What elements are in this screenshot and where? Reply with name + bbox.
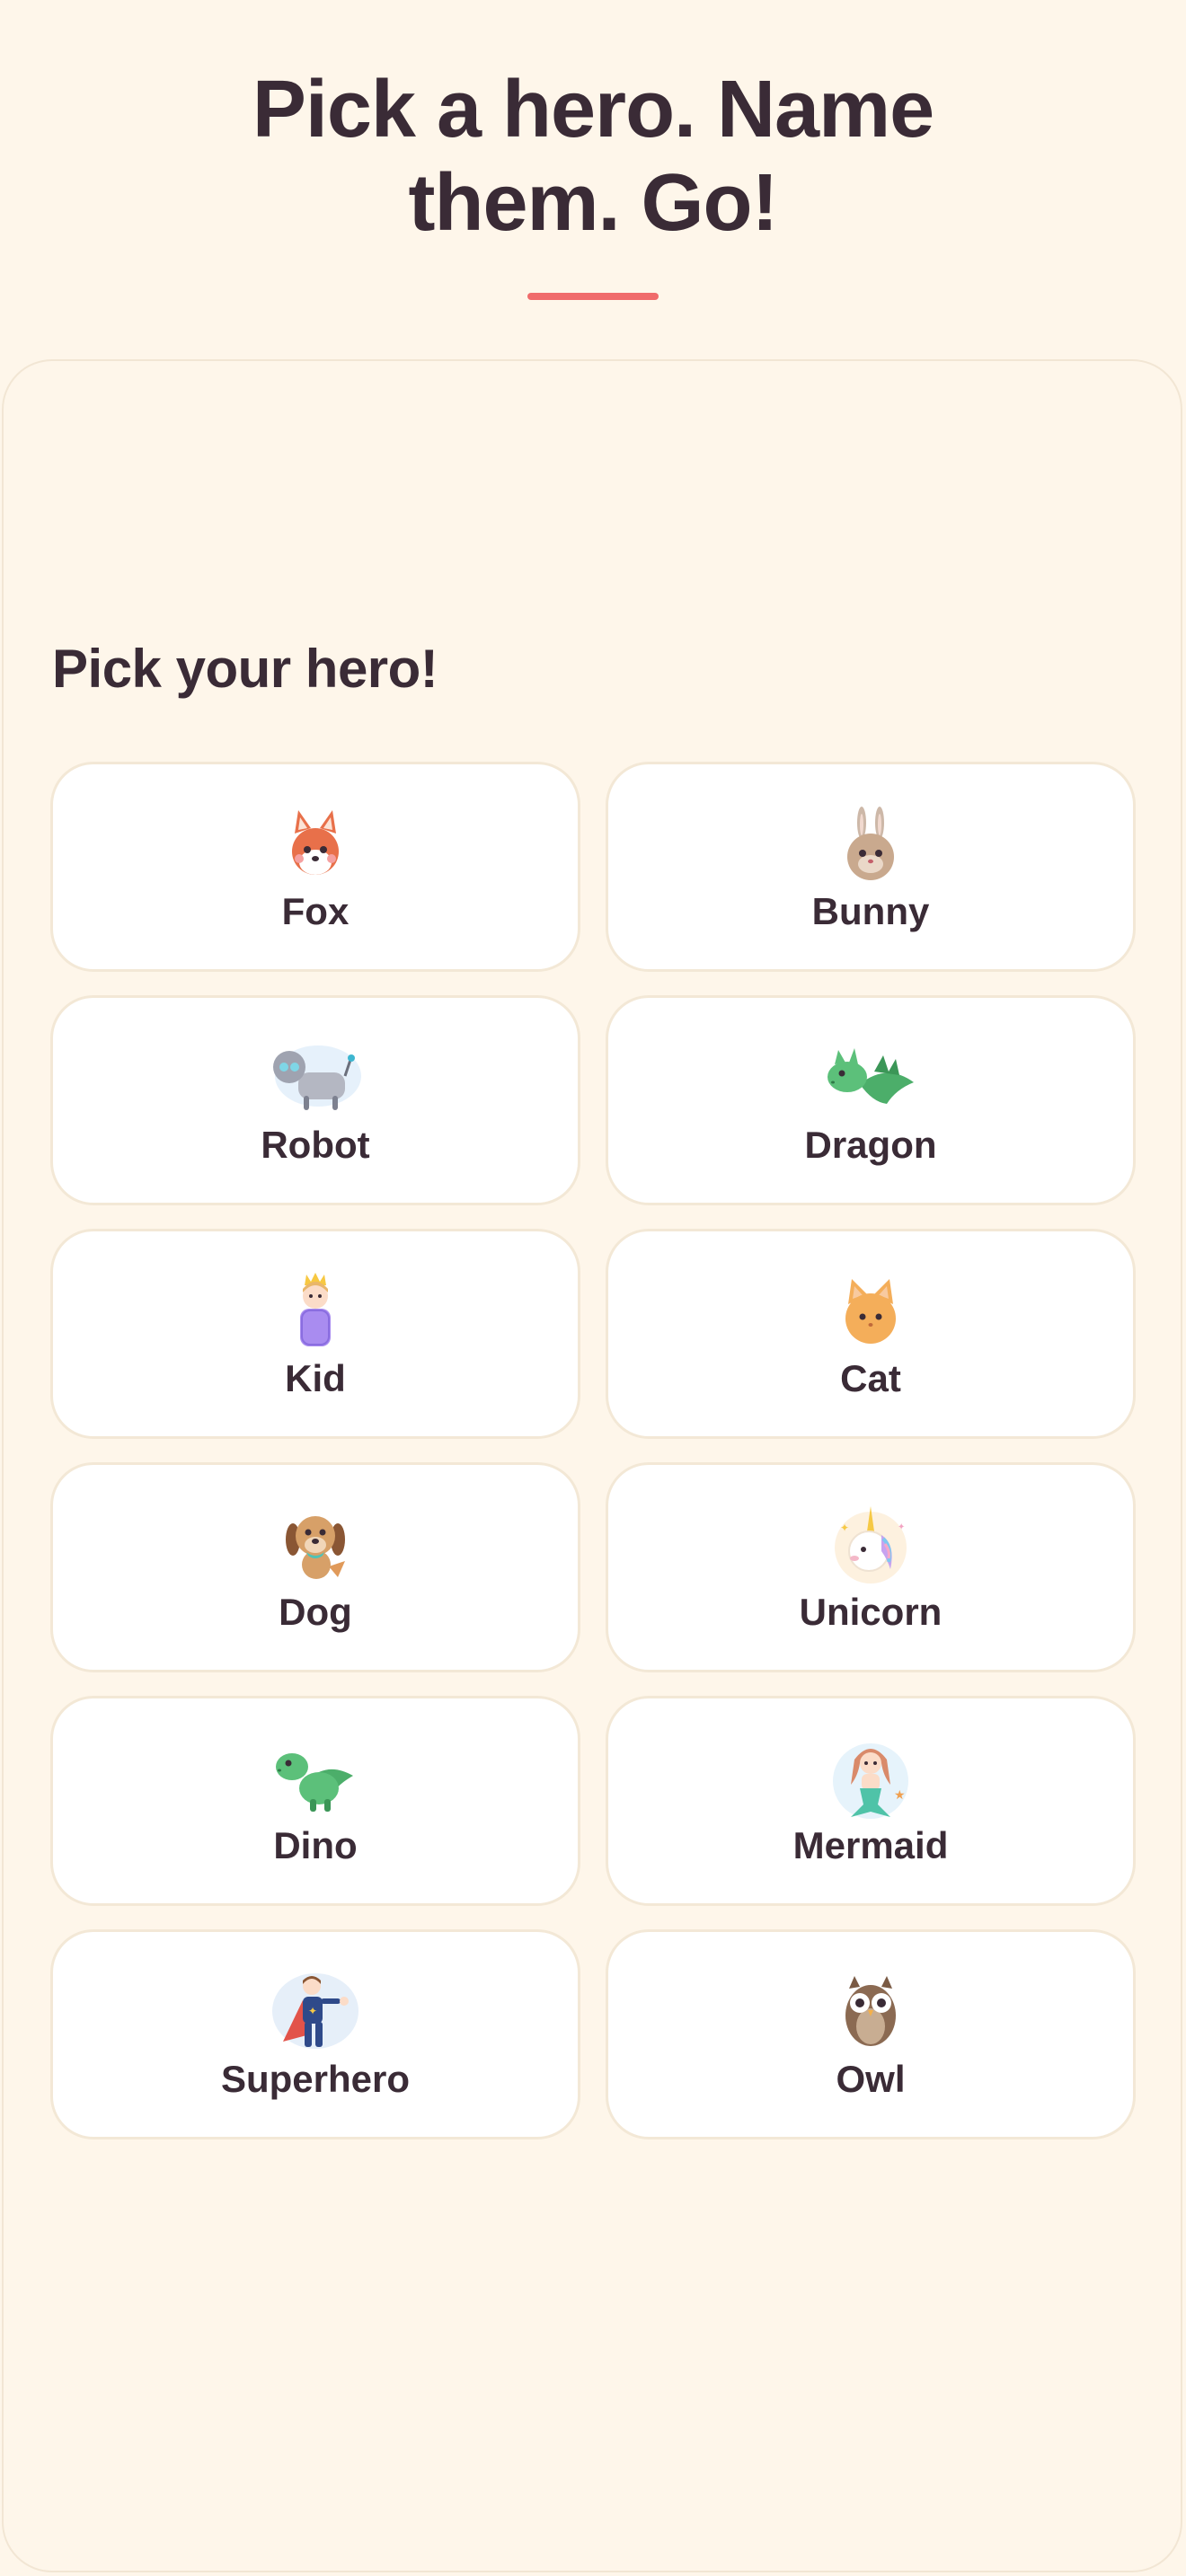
section-heading: Pick your hero! xyxy=(52,639,438,699)
hero-card-bunny[interactable]: Bunny xyxy=(606,762,1136,972)
hero-label: Mermaid xyxy=(792,1824,949,1866)
hero-label: Fox xyxy=(281,890,350,932)
page-title-line-2: them. Go! xyxy=(408,158,779,248)
hero-card-superhero[interactable]: ✦ Superhero xyxy=(50,1929,580,2139)
dragon-icon xyxy=(821,1037,920,1118)
hero-grid: Fox Bunny Robot Dragon Kid Cat Dog ✦ ✦ U… xyxy=(50,762,1136,2139)
hero-label: Owl xyxy=(836,2058,906,2100)
bunny-icon xyxy=(821,804,920,885)
kid-icon xyxy=(266,1271,365,1352)
hero-card-dino[interactable]: Dino xyxy=(50,1696,580,1906)
hero-card-owl[interactable]: Owl xyxy=(606,1929,1136,2139)
hero-card-cat[interactable]: Cat xyxy=(606,1229,1136,1439)
hero-label: Robot xyxy=(261,1124,370,1166)
svg-text:✦: ✦ xyxy=(898,1522,905,1532)
unicorn-icon: ✦ ✦ xyxy=(821,1504,920,1585)
dog-icon xyxy=(266,1504,365,1585)
hero-label: Dog xyxy=(279,1591,352,1633)
hero-card-dog[interactable]: Dog xyxy=(50,1462,580,1672)
page-title-line-1: Pick a hero. Name xyxy=(252,65,934,154)
hero-card-robot[interactable]: Robot xyxy=(50,995,580,1205)
hero-card-fox[interactable]: Fox xyxy=(50,762,580,972)
owl-icon xyxy=(821,1972,920,2052)
hero-card-kid[interactable]: Kid xyxy=(50,1229,580,1439)
hero-label: Cat xyxy=(840,1357,901,1399)
hero-label: Kid xyxy=(285,1357,346,1399)
svg-text:✦: ✦ xyxy=(308,2005,317,2017)
mermaid-icon: ★ xyxy=(821,1738,920,1819)
robot-icon xyxy=(266,1037,365,1118)
hero-label: Superhero xyxy=(220,2058,411,2100)
hero-label: Dino xyxy=(273,1824,358,1866)
fox-icon xyxy=(266,804,365,885)
hero-label: Dragon xyxy=(804,1124,937,1166)
hero-card-unicorn[interactable]: ✦ ✦ Unicorn xyxy=(606,1462,1136,1672)
dino-icon xyxy=(266,1738,365,1819)
hero-card-mermaid[interactable]: ★ Mermaid xyxy=(606,1696,1136,1906)
page-title: Pick a hero. Name them. Go! xyxy=(0,63,1186,250)
cat-icon xyxy=(821,1271,920,1352)
title-underline xyxy=(527,293,659,300)
hero-card-dragon[interactable]: Dragon xyxy=(606,995,1136,1205)
svg-text:★: ★ xyxy=(894,1788,906,1803)
svg-text:✦: ✦ xyxy=(840,1522,849,1534)
hero-label: Unicorn xyxy=(799,1591,943,1633)
hero-label: Bunny xyxy=(811,890,930,932)
superhero-icon: ✦ xyxy=(266,1972,365,2052)
